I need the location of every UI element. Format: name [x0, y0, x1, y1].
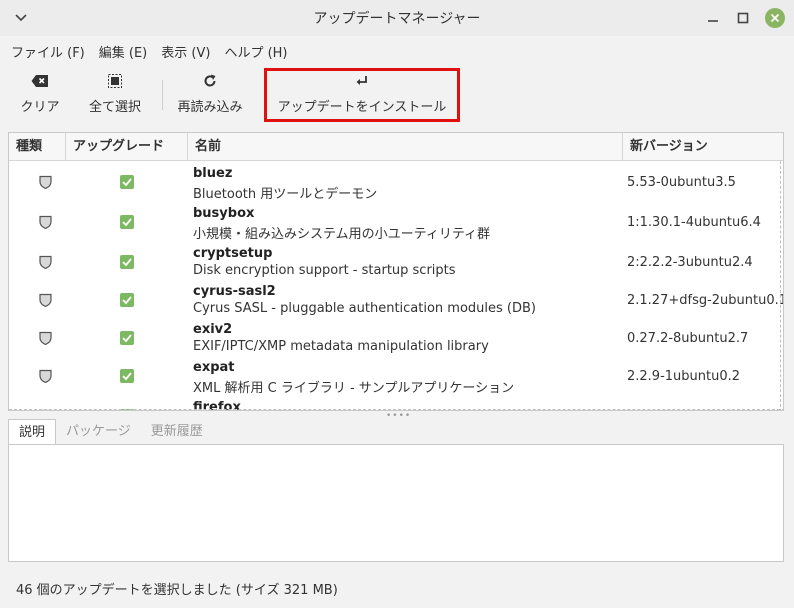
tab-description[interactable]: 説明 — [8, 419, 57, 445]
window-title: アップデートマネージャー — [313, 11, 481, 27]
table-row[interactable]: cyrus-sasl2 Cyrus SASL - pluggable authe… — [9, 281, 784, 319]
select-all-icon — [108, 74, 122, 88]
check-icon — [122, 218, 132, 227]
package-name: busybox — [193, 206, 255, 221]
menu-file[interactable]: ファイル (F) — [4, 42, 92, 61]
package-description: Bluetooth 用ツールとデーモン — [193, 187, 378, 202]
shield-icon — [39, 369, 52, 383]
package-name: exiv2 — [193, 322, 233, 337]
package-name: cyrus-sasl2 — [193, 284, 276, 299]
upgrade-checkbox[interactable] — [120, 369, 134, 383]
package-name: cryptsetup — [193, 246, 273, 261]
package-description: EXIF/IPTC/XMP metadata manipulation libr… — [193, 339, 489, 354]
menu-edit[interactable]: 編集 (E) — [92, 42, 155, 61]
shield-icon — [39, 255, 52, 269]
column-type[interactable]: 種類 — [9, 133, 66, 161]
check-icon — [122, 258, 132, 267]
select-all-label: 全て選択 — [88, 100, 141, 115]
menu-view[interactable]: 表示 (V) — [154, 42, 217, 61]
package-version: 2:2.2.2-3ubuntu2.4 — [627, 255, 753, 270]
minimize-icon[interactable] — [704, 9, 722, 27]
table-row[interactable]: exiv2 EXIF/IPTC/XMP metadata manipulatio… — [9, 319, 783, 357]
check-icon — [122, 296, 132, 305]
refresh-icon — [204, 74, 216, 87]
column-name[interactable]: 名前 — [188, 133, 623, 161]
chevron-down-icon[interactable] — [12, 9, 30, 27]
column-new-version[interactable]: 新バージョン — [623, 133, 783, 161]
package-version: 1:1.30.1-4ubuntu6.4 — [627, 215, 761, 230]
table-row[interactable]: expat XML 解析用 C ライブラリ - サンプルアプリケーション 2.2… — [9, 357, 783, 396]
package-description: 小規模・組み込みシステム用の小ユーティリティ群 — [193, 227, 491, 242]
package-version: 2.1.27+dfsg-2ubuntu0.1 — [627, 293, 784, 308]
list-header: 種類 アップグレード 名前 新バージョン — [9, 133, 783, 161]
menu-bar: ファイル (F) 編集 (E) 表示 (V) ヘルプ (H) — [0, 38, 794, 64]
table-row[interactable]: cryptsetup Disk encryption support - sta… — [9, 243, 783, 281]
package-version: 5.53-0ubuntu3.5 — [627, 175, 736, 190]
upgrade-checkbox[interactable] — [120, 255, 134, 269]
focus-border — [780, 161, 781, 410]
description-panel — [8, 444, 784, 562]
tab-changelog[interactable]: 更新履歴 — [141, 419, 213, 445]
clear-button[interactable]: クリア — [14, 66, 66, 124]
package-description: Disk encryption support - startup script… — [193, 263, 456, 278]
shield-icon — [39, 175, 52, 189]
close-icon[interactable] — [765, 8, 785, 28]
refresh-button[interactable]: 再読み込み — [174, 66, 246, 124]
check-icon — [122, 334, 132, 343]
check-icon — [122, 372, 132, 381]
package-name: expat — [193, 360, 235, 375]
check-icon — [122, 178, 132, 187]
table-row[interactable]: bluez Bluetooth 用ツールとデーモン 5.53-0ubuntu3.… — [9, 163, 783, 202]
shield-icon — [39, 331, 52, 345]
title-bar: アップデートマネージャー — [0, 0, 794, 36]
shield-icon — [39, 215, 52, 229]
upgrade-checkbox[interactable] — [120, 331, 134, 345]
package-version: 2.2.9-1ubuntu0.2 — [627, 369, 741, 384]
upgrade-checkbox[interactable] — [120, 293, 134, 307]
detail-tabs: 説明 パッケージ 更新履歴 — [8, 419, 213, 445]
shield-icon — [39, 293, 52, 307]
upgrade-checkbox[interactable] — [120, 215, 134, 229]
tab-packages[interactable]: パッケージ — [56, 419, 141, 445]
focus-border — [9, 409, 783, 410]
clear-label: クリア — [20, 100, 60, 115]
table-row[interactable]: busybox 小規模・組み込みシステム用の小ユーティリティ群 1:1.30.1… — [9, 203, 783, 242]
menu-help[interactable]: ヘルプ (H) — [217, 42, 294, 61]
update-list[interactable]: 種類 アップグレード 名前 新バージョン bluez Bluetooth 用ツー… — [8, 132, 784, 411]
maximize-icon[interactable] — [734, 9, 752, 27]
package-version: 0.27.2-8ubuntu2.7 — [627, 331, 749, 346]
backspace-icon — [31, 75, 48, 87]
column-upgrade[interactable]: アップグレード — [66, 133, 188, 161]
toolbar-separator — [162, 80, 163, 110]
select-all-button[interactable]: 全て選択 — [84, 66, 146, 124]
refresh-label: 再読み込み — [177, 100, 243, 115]
package-description: XML 解析用 C ライブラリ - サンプルアプリケーション — [193, 381, 515, 396]
status-bar-text: 46 個のアップデートを選択しました (サイズ 321 MB) — [16, 583, 338, 598]
package-name: bluez — [193, 166, 233, 181]
pane-resize-handle[interactable]: •••• — [386, 411, 411, 421]
upgrade-checkbox[interactable] — [120, 175, 134, 189]
install-button-highlight — [264, 68, 460, 122]
package-description: Cyrus SASL - pluggable authentication mo… — [193, 301, 536, 316]
